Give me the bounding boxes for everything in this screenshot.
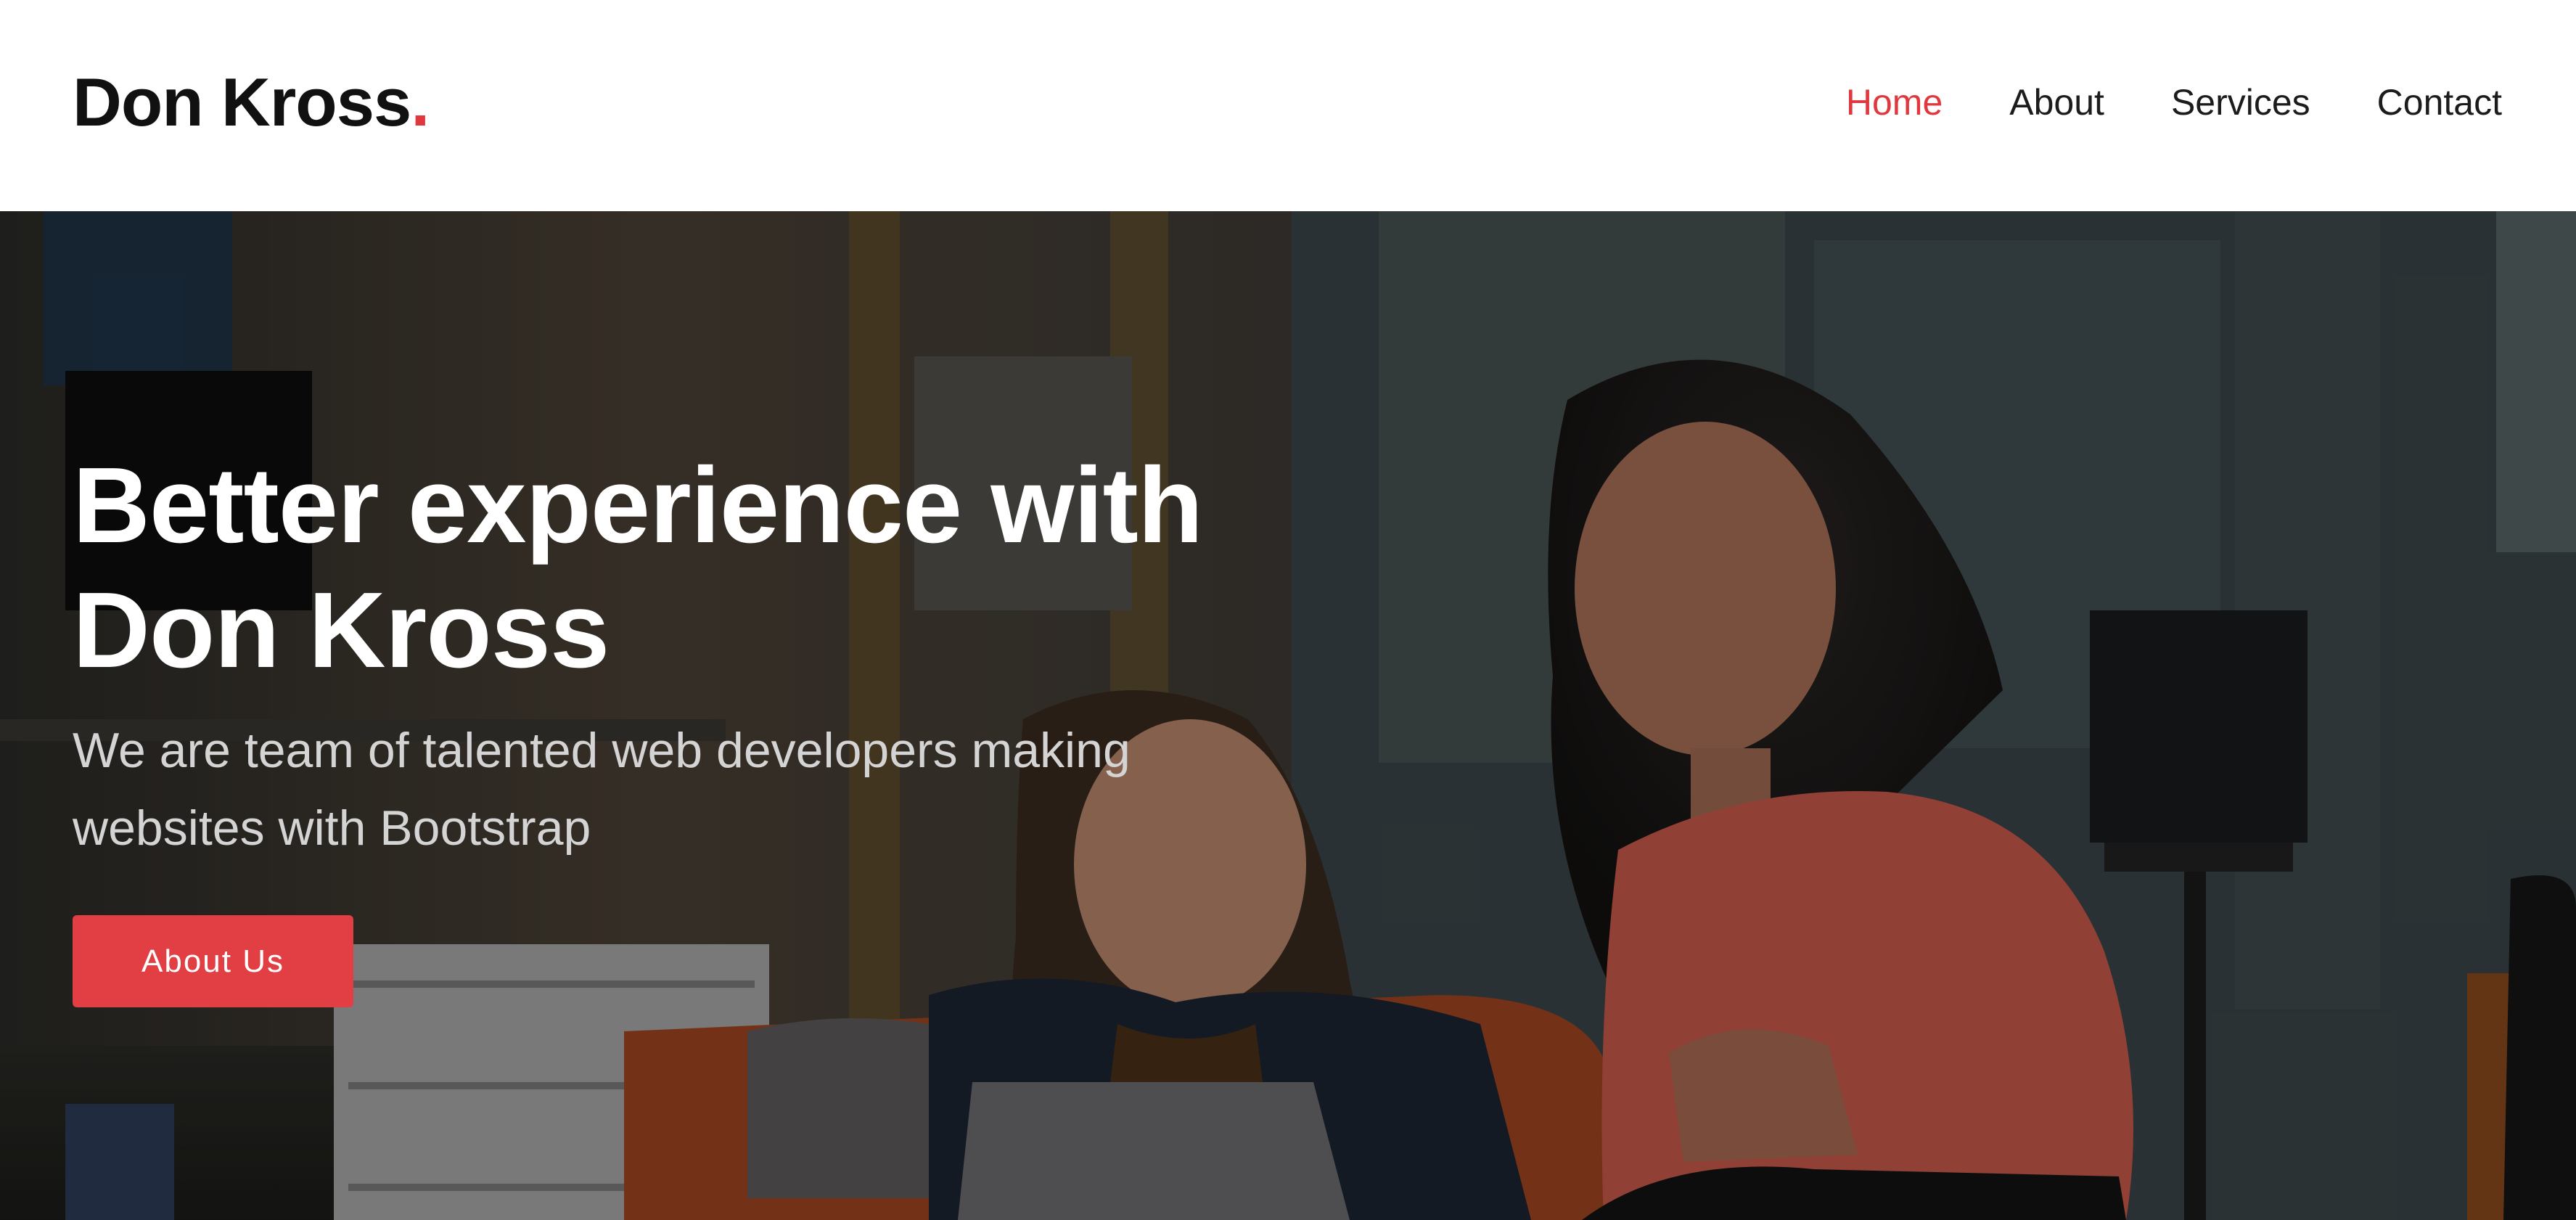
- hero-title: Better experience with Don Kross: [73, 443, 1342, 693]
- nav-link-contact[interactable]: Contact: [2377, 80, 2502, 125]
- nav-link-about[interactable]: About: [2009, 80, 2104, 125]
- hero-section: Better experience with Don Kross We are …: [0, 211, 2576, 1220]
- about-us-button[interactable]: About Us: [73, 915, 353, 1007]
- brand-dot: .: [411, 64, 430, 140]
- nav-menu: Home About Services Contact: [1846, 80, 2502, 125]
- nav-item-services: Services: [2171, 80, 2310, 125]
- nav-item-about: About: [2009, 80, 2104, 125]
- nav-link-services[interactable]: Services: [2171, 80, 2310, 125]
- hero-subtitle: We are team of talented web developers m…: [73, 712, 1306, 867]
- hero-subtitle-line-2: websites with Bootstrap: [73, 801, 591, 856]
- nav-item-contact: Contact: [2377, 80, 2502, 125]
- hero-title-line-2: Don Kross: [73, 570, 610, 690]
- nav-link-home[interactable]: Home: [1846, 80, 1943, 125]
- hero-subtitle-line-1: We are team of talented web developers m…: [73, 723, 1131, 778]
- navbar: Don Kross. Home About Services Contact: [0, 0, 2576, 211]
- hero-title-line-1: Better experience with: [73, 446, 1203, 565]
- brand-logo[interactable]: Don Kross.: [73, 62, 430, 142]
- nav-item-home: Home: [1846, 80, 1943, 125]
- brand-name: Don Kross: [73, 64, 411, 140]
